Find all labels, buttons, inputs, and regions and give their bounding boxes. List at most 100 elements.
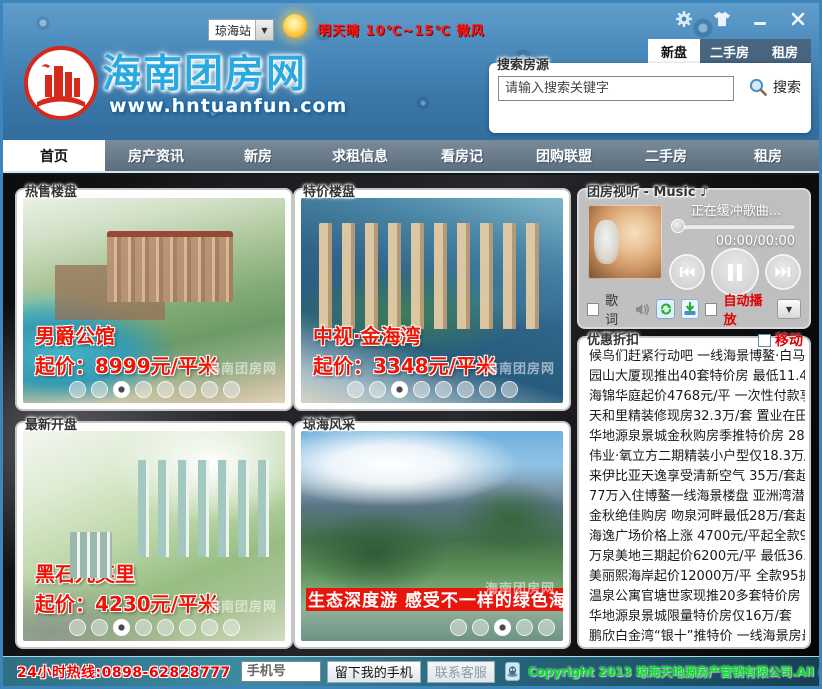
main-nav: 首页房产资讯新房求租信息看房记团购联盟二手房租房 xyxy=(3,140,819,173)
previous-track-button[interactable] xyxy=(671,256,703,288)
autoplay-label: 自动播放 xyxy=(723,290,771,328)
deal-item[interactable]: 鹏欣白金湾“银十”推特价 一线海景房最低 xyxy=(589,627,805,643)
carousel-dot[interactable] xyxy=(413,381,430,398)
carousel-dot[interactable] xyxy=(201,381,218,398)
mobile-checkbox[interactable] xyxy=(758,334,771,347)
carousel-dot[interactable] xyxy=(91,619,108,636)
hotline-text: 24小时热线:0898-62828777 xyxy=(17,662,231,682)
nav-tab-6[interactable]: 团购联盟 xyxy=(513,140,615,171)
download-icon[interactable] xyxy=(681,299,699,319)
pause-button[interactable] xyxy=(713,250,757,294)
carousel-dot[interactable] xyxy=(538,619,555,636)
search-input[interactable] xyxy=(498,76,734,101)
carousel-dot[interactable] xyxy=(223,381,240,398)
carousel-dot[interactable] xyxy=(157,381,174,398)
property-name: 黑石九英里 xyxy=(35,558,135,587)
site-name[interactable]: 海南团房网 xyxy=(102,43,307,99)
pause-icon xyxy=(728,264,733,281)
carousel-dot[interactable] xyxy=(135,619,152,636)
carousel-dot[interactable] xyxy=(479,381,496,398)
search-button[interactable]: 搜索 xyxy=(748,77,801,97)
nav-tab-5[interactable]: 看房记 xyxy=(411,140,513,171)
carousel-dot[interactable] xyxy=(501,381,518,398)
lyrics-checkbox[interactable] xyxy=(587,303,599,316)
deal-item[interactable]: 万泉美地三期起价6200元/平 最低36.8万/套 xyxy=(589,547,805,567)
panel-newest-opening-title: 最新开盘 xyxy=(25,414,77,433)
deal-item[interactable]: 美丽熙海岸起价12000万/平 全款95折 xyxy=(589,567,805,587)
carousel-dot[interactable] xyxy=(435,381,452,398)
deal-item[interactable]: 华地源泉景城限量特价房仅16万/套 xyxy=(589,607,805,627)
deal-item[interactable]: 海锦华庭起价4768元/平 一次性付款享96折 xyxy=(589,387,805,407)
progress-slider[interactable] xyxy=(673,224,795,229)
carousel-dot[interactable] xyxy=(494,619,511,636)
deal-item[interactable]: 伟业·氧立方二期精装小户型仅18.3万/套 xyxy=(589,447,805,467)
contact-service-button[interactable]: 联系客服 xyxy=(427,661,495,683)
nav-tab-3[interactable]: 新房 xyxy=(207,140,309,171)
nav-tab-8[interactable]: 租房 xyxy=(717,140,819,171)
hot-carousel-image[interactable]: 男爵公馆 起价：8999元/平米 海南团房网 xyxy=(23,198,285,403)
nav-tab-7[interactable]: 二手房 xyxy=(615,140,717,171)
deal-item[interactable]: 金秋绝佳购房 吻泉河畔最低28万/套起 xyxy=(589,507,805,527)
slider-knob[interactable] xyxy=(671,219,685,233)
next-track-button[interactable] xyxy=(767,256,799,288)
music-player-title: 团房视听 - Music ♪ xyxy=(587,181,708,200)
header: 琼海站 ▼ 明天晴 10℃~15℃ 微风 xyxy=(3,3,819,140)
volume-icon[interactable] xyxy=(635,302,651,317)
skin-theme-icon[interactable] xyxy=(711,9,733,29)
deal-item[interactable]: 华地源泉景城金秋购房季推特价房 28万/套 xyxy=(589,427,805,447)
playlist-dropdown-button[interactable]: ▼ xyxy=(777,299,801,319)
autoplay-checkbox[interactable] xyxy=(705,303,717,316)
newest-carousel-image[interactable]: 黑石九英里 起价：4230元/平米 海南团房网 xyxy=(23,431,285,641)
carousel-dot[interactable] xyxy=(113,619,130,636)
chevron-down-icon: ▼ xyxy=(786,305,792,314)
nav-tab-2[interactable]: 房产资讯 xyxy=(105,140,207,171)
search-panel: 搜索房源 搜索 xyxy=(489,63,811,133)
carousel-dot[interactable] xyxy=(369,381,386,398)
carousel-dot[interactable] xyxy=(391,381,408,398)
deal-item[interactable]: 海逸广场价格上涨 4700元/平起全款97折 xyxy=(589,527,805,547)
phone-input[interactable] xyxy=(241,661,321,682)
close-icon[interactable] xyxy=(787,9,809,29)
carousel-dot[interactable] xyxy=(457,381,474,398)
station-select[interactable]: 琼海站 ▼ xyxy=(208,19,274,41)
carousel-dot[interactable] xyxy=(347,381,364,398)
qq-chat-icon[interactable] xyxy=(505,662,520,681)
carousel-dot[interactable] xyxy=(69,381,86,398)
carousel-dot[interactable] xyxy=(450,619,467,636)
search-tab-2[interactable]: 二手房 xyxy=(700,39,759,63)
carousel-dot[interactable] xyxy=(91,381,108,398)
deal-item[interactable]: 天和里精装修现房32.3万/套 置业在田园城 xyxy=(589,407,805,427)
submit-phone-button[interactable]: 留下我的手机 xyxy=(327,661,421,683)
carousel-dot[interactable] xyxy=(157,619,174,636)
deal-item[interactable]: 候鸟们赶紧行动吧 一线海景博鳌·白马郡仅 xyxy=(589,347,805,367)
carousel-dot[interactable] xyxy=(179,381,196,398)
site-logo[interactable] xyxy=(23,45,99,121)
carousel-dot[interactable] xyxy=(472,619,489,636)
carousel-dot[interactable] xyxy=(516,619,533,636)
carousel-dot[interactable] xyxy=(69,619,86,636)
panel-hot-sale-title: 热售楼盘 xyxy=(25,181,77,200)
carousel-dot[interactable] xyxy=(201,619,218,636)
carousel-dot[interactable] xyxy=(135,381,152,398)
site-url[interactable]: www.hntuanfun.com xyxy=(109,95,347,117)
special-carousel-image[interactable]: 中视·金海湾 起价：3348元/平米 海南团房网 xyxy=(301,198,563,403)
search-tab-3[interactable]: 租房 xyxy=(759,39,811,63)
refresh-icon[interactable] xyxy=(656,299,674,319)
carousel-dot[interactable] xyxy=(223,619,240,636)
chevron-down-icon[interactable]: ▼ xyxy=(255,20,273,40)
nav-tab-1[interactable]: 首页 xyxy=(3,140,105,171)
carousel-dot[interactable] xyxy=(179,619,196,636)
property-price: 起价：3348元/平米 xyxy=(313,350,496,379)
deal-item[interactable]: 来伊比亚天逸享受清新空气 35万/套起 xyxy=(589,467,805,487)
deal-item[interactable]: 园山大厦现推出40套特价房 最低11.4万/套 xyxy=(589,367,805,387)
minimize-icon[interactable] xyxy=(749,9,771,29)
settings-gear-icon[interactable] xyxy=(673,9,695,29)
nav-tab-4[interactable]: 求租信息 xyxy=(309,140,411,171)
deal-item[interactable]: 77万入住博鳌一线海景楼盘 亚洲湾潜力无限 xyxy=(589,487,805,507)
mobile-link[interactable]: 移动 xyxy=(775,330,803,350)
property-price: 起价：4230元/平米 xyxy=(35,588,218,617)
search-tab-1[interactable]: 新盘 xyxy=(648,39,700,63)
scenery-carousel-image[interactable]: 生态深度游 感受不一样的绿色海南 海南团房网 xyxy=(301,431,563,641)
carousel-dot[interactable] xyxy=(113,381,130,398)
deal-item[interactable]: 温泉公寓官塘世家现推20多套特价房 8700元 xyxy=(589,587,805,607)
